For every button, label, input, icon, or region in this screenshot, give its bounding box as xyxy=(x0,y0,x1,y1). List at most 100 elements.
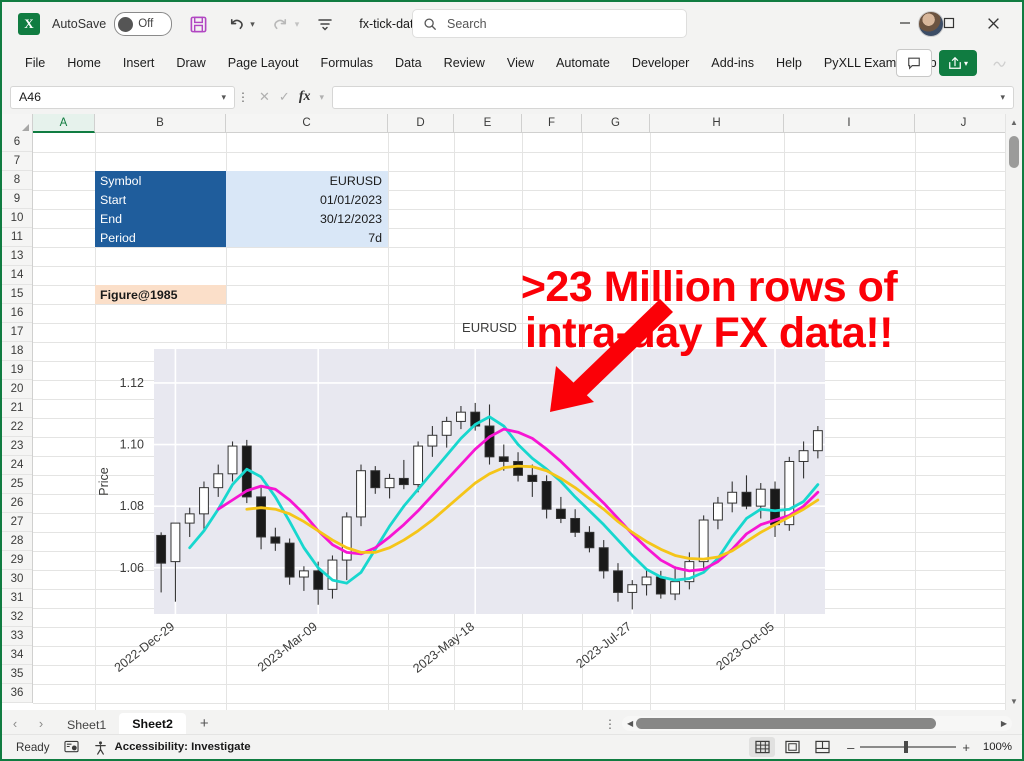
formula-chevron-icon[interactable]: ▾ xyxy=(319,92,324,103)
column-header-i[interactable]: I xyxy=(784,114,915,133)
candlestick-chart[interactable]: EURUSD 1.06 1.08 1.10 1.12 2022-Dec-29 2023-Ma… xyxy=(90,314,920,704)
name-box[interactable]: A46 ▾ xyxy=(10,85,235,109)
horizontal-scrollbar[interactable]: ◀ ▶ xyxy=(622,716,1012,731)
tab-insert[interactable]: Insert xyxy=(112,51,166,75)
minimize-button[interactable] xyxy=(886,6,924,40)
row-header-30[interactable]: 30 xyxy=(2,570,32,589)
column-header-a[interactable]: A xyxy=(33,114,95,133)
autosave-toggle[interactable]: Off xyxy=(114,12,173,36)
row-header-15[interactable]: 15 xyxy=(2,285,32,304)
sheet-tab-sheet1[interactable]: Sheet1 xyxy=(54,714,119,736)
tab-data[interactable]: Data xyxy=(384,51,433,75)
row-header-29[interactable]: 29 xyxy=(2,551,32,570)
param-value-symbol[interactable]: EURUSD xyxy=(226,171,388,190)
column-header-e[interactable]: E xyxy=(454,114,522,133)
row-header-20[interactable]: 20 xyxy=(2,380,32,399)
maximize-button[interactable] xyxy=(930,6,968,40)
tab-draw[interactable]: Draw xyxy=(165,51,216,75)
row-header-31[interactable]: 31 xyxy=(2,589,32,608)
zoom-track[interactable] xyxy=(860,741,957,753)
row-header-19[interactable]: 19 xyxy=(2,361,32,380)
column-header-j[interactable]: J xyxy=(915,114,1013,133)
row-header-11[interactable]: 11 xyxy=(2,228,32,247)
row-header-23[interactable]: 23 xyxy=(2,437,32,456)
tab-developer[interactable]: Developer xyxy=(621,51,700,75)
row-header-27[interactable]: 27 xyxy=(2,513,32,532)
cancel-icon[interactable]: ✕ xyxy=(259,89,270,105)
customize-quick-access-icon[interactable] xyxy=(313,12,337,36)
undo-dropdown-icon[interactable]: ▾ xyxy=(250,19,255,30)
row-header-35[interactable]: 35 xyxy=(2,665,32,684)
split-handle-icon[interactable]: ⋮ xyxy=(602,717,618,731)
param-value-period[interactable]: 7d xyxy=(226,228,388,247)
column-header-g[interactable]: G xyxy=(582,114,650,133)
vertical-scroll-thumb[interactable] xyxy=(1009,136,1019,168)
tab-add-ins[interactable]: Add-ins xyxy=(700,51,765,75)
tab-page-layout[interactable]: Page Layout xyxy=(217,51,310,75)
normal-view-icon[interactable] xyxy=(749,737,776,757)
scroll-right-icon[interactable]: ▶ xyxy=(996,719,1012,728)
row-header-24[interactable]: 24 xyxy=(2,456,32,475)
row-header-26[interactable]: 26 xyxy=(2,494,32,513)
name-box-chevron-icon[interactable]: ▾ xyxy=(221,92,226,103)
param-label-start[interactable]: Start xyxy=(95,190,226,209)
row-header-32[interactable]: 32 xyxy=(2,608,32,627)
accessibility-status[interactable]: Accessibility: Investigate xyxy=(115,741,251,753)
sheet-next-icon[interactable]: › xyxy=(28,716,54,731)
ink-icon[interactable] xyxy=(984,50,1014,76)
scroll-down-icon[interactable]: ▼ xyxy=(1006,693,1022,710)
row-header-14[interactable]: 14 xyxy=(2,266,32,285)
page-layout-view-icon[interactable] xyxy=(779,737,805,757)
row-header-21[interactable]: 21 xyxy=(2,399,32,418)
row-header-16[interactable]: 16 xyxy=(2,304,32,323)
row-header-22[interactable]: 22 xyxy=(2,418,32,437)
figure-cell[interactable]: Figure@1985 xyxy=(95,285,226,304)
formula-input[interactable]: ▾ xyxy=(332,85,1014,109)
param-label-period[interactable]: Period xyxy=(95,228,226,247)
row-header-36[interactable]: 36 xyxy=(2,684,32,703)
zoom-slider[interactable]: – + xyxy=(847,740,970,755)
close-button[interactable] xyxy=(974,6,1012,40)
row-header-17[interactable]: 17 xyxy=(2,323,32,342)
sheet-tab-sheet2[interactable]: Sheet2 xyxy=(119,713,186,736)
column-header-h[interactable]: H xyxy=(650,114,784,133)
param-label-symbol[interactable]: Symbol xyxy=(95,171,226,190)
save-icon[interactable] xyxy=(186,12,210,36)
record-macro-icon[interactable] xyxy=(63,740,79,754)
tab-automate[interactable]: Automate xyxy=(545,51,621,75)
tab-review[interactable]: Review xyxy=(433,51,496,75)
search-input[interactable]: Search xyxy=(412,9,687,38)
tab-help[interactable]: Help xyxy=(765,51,813,75)
sheet-prev-icon[interactable]: ‹ xyxy=(2,716,28,731)
page-break-view-icon[interactable] xyxy=(809,737,835,757)
param-value-start[interactable]: 01/01/2023 xyxy=(226,190,388,209)
accessibility-icon[interactable] xyxy=(93,740,108,755)
param-value-end[interactable]: 30/12/2023 xyxy=(226,209,388,228)
param-label-end[interactable]: End xyxy=(95,209,226,228)
horizontal-scroll-thumb[interactable] xyxy=(636,718,936,729)
row-header-6[interactable]: 6 xyxy=(2,133,32,152)
comment-icon[interactable] xyxy=(896,49,932,77)
column-header-c[interactable]: C xyxy=(226,114,388,133)
column-header-b[interactable]: B xyxy=(95,114,226,133)
row-header-13[interactable]: 13 xyxy=(2,247,32,266)
enter-icon[interactable]: ✓ xyxy=(279,89,290,105)
column-header-d[interactable]: D xyxy=(388,114,454,133)
row-header-7[interactable]: 7 xyxy=(2,152,32,171)
tab-formulas[interactable]: Formulas xyxy=(310,51,384,75)
row-header-10[interactable]: 10 xyxy=(2,209,32,228)
row-header-18[interactable]: 18 xyxy=(2,342,32,361)
add-sheet-button[interactable]: + xyxy=(186,715,223,732)
zoom-level[interactable]: 100% xyxy=(980,741,1012,753)
row-header-34[interactable]: 34 xyxy=(2,646,32,665)
share-icon[interactable]: ▾ xyxy=(939,50,977,76)
scroll-up-icon[interactable]: ▲ xyxy=(1006,114,1022,131)
row-header-28[interactable]: 28 xyxy=(2,532,32,551)
column-header-f[interactable]: F xyxy=(522,114,582,133)
row-header-9[interactable]: 9 xyxy=(2,190,32,209)
row-header-33[interactable]: 33 xyxy=(2,627,32,646)
vertical-scrollbar[interactable]: ▲ ▼ xyxy=(1005,114,1022,710)
insert-function-icon[interactable]: fx xyxy=(299,89,311,105)
row-header-25[interactable]: 25 xyxy=(2,475,32,494)
formula-expand-icon[interactable]: ▾ xyxy=(1000,92,1005,103)
